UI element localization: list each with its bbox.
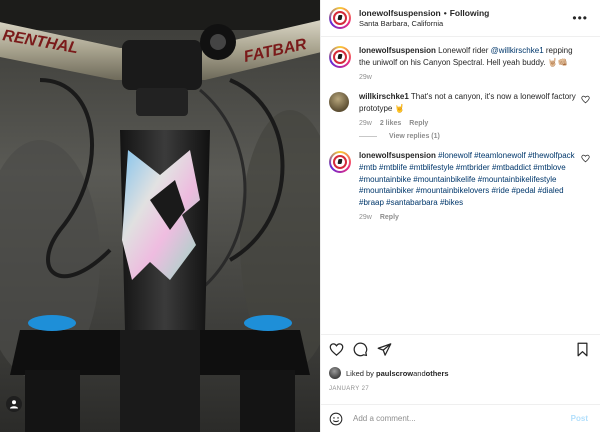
comments-list: lonewolfsuspension Lonewolf rider @willk…	[321, 37, 600, 334]
post-header: lonewolfsuspension • Following Santa Bar…	[321, 0, 600, 37]
bike-cockpit-image: RENTHAL FATBAR	[0, 0, 320, 432]
comment-likes-count[interactable]: 2 likes	[380, 120, 401, 127]
comment-item: willkirschke1 That's not a canyon, it's …	[329, 91, 590, 127]
caption-timestamp[interactable]: 29w	[359, 74, 372, 81]
post-side-panel: lonewolfsuspension • Following Santa Bar…	[320, 0, 600, 432]
post-photo[interactable]: RENTHAL FATBAR	[0, 0, 320, 432]
like-comment-heart-icon[interactable]	[581, 95, 590, 104]
share-paper-plane-icon[interactable]	[377, 342, 392, 357]
add-comment-bar: Post	[321, 404, 600, 432]
user-icon	[10, 400, 18, 409]
likes-summary: Liked by paulscrow and others	[321, 364, 600, 382]
comment-bubble-icon[interactable]	[353, 342, 368, 357]
view-replies-label: View replies (1)	[389, 133, 440, 141]
tagged-users-button[interactable]	[6, 396, 22, 412]
more-dots-icon[interactable]: •••	[572, 12, 588, 24]
caption-username[interactable]: lonewolfsuspension	[359, 46, 436, 55]
add-comment-input[interactable]	[353, 414, 571, 423]
like-heart-icon[interactable]	[329, 342, 344, 357]
likes-prefix: Liked by	[346, 368, 374, 378]
emoji-smiley-icon[interactable]	[329, 412, 343, 426]
reply-button[interactable]: Reply	[380, 214, 399, 221]
liker-avatar[interactable]	[329, 367, 341, 379]
like-comment-heart-icon[interactable]	[581, 154, 590, 163]
comment-username[interactable]: willkirschke1	[359, 92, 409, 101]
post-date[interactable]: JANUARY 27	[321, 382, 600, 396]
commenter-avatar[interactable]	[329, 151, 351, 174]
replies-divider	[359, 136, 377, 138]
caption: lonewolfsuspension Lonewolf rider @willk…	[329, 45, 590, 81]
location-link[interactable]: Santa Barbara, California	[359, 19, 489, 28]
comment-item: lonewolfsuspension #lonewolf #teamlonewo…	[329, 150, 590, 221]
instagram-post-view: RENTHAL FATBAR lonewolfsuspension • Foll…	[0, 0, 600, 432]
post-actions	[321, 334, 600, 364]
caption-text-start: Lonewolf rider	[438, 46, 491, 55]
following-button[interactable]: Following	[450, 8, 490, 18]
caption-mention[interactable]: @willkirschke1	[491, 46, 544, 55]
liker-username[interactable]: paulscrow	[376, 369, 413, 378]
comment-username[interactable]: lonewolfsuspension	[359, 151, 436, 160]
author-avatar[interactable]	[329, 7, 351, 29]
likes-and: and	[413, 368, 426, 378]
post-comment-button[interactable]: Post	[571, 414, 588, 423]
comment-timestamp[interactable]: 29w	[359, 120, 372, 127]
view-replies-button[interactable]: View replies (1)	[359, 133, 590, 140]
save-bookmark-icon[interactable]	[575, 342, 590, 357]
comment-timestamp[interactable]: 29w	[359, 214, 372, 221]
caption-avatar[interactable]	[329, 46, 351, 68]
likes-others-link[interactable]: others	[426, 369, 449, 378]
commenter-avatar[interactable]	[329, 92, 349, 113]
separator-dot: •	[443, 7, 447, 18]
author-username[interactable]: lonewolfsuspension	[359, 8, 441, 18]
reply-button[interactable]: Reply	[409, 120, 428, 127]
